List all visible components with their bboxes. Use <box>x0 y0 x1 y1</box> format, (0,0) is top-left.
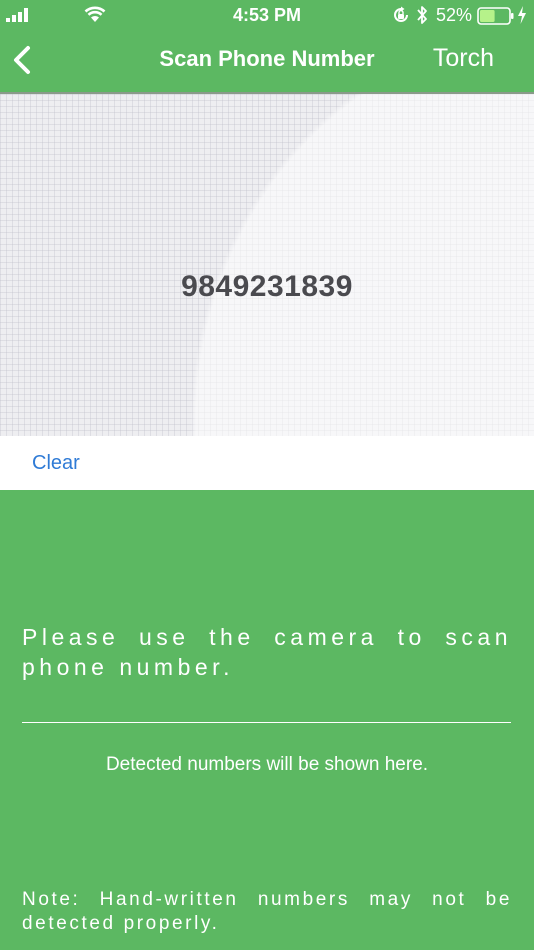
rotation-lock-icon <box>394 6 408 22</box>
scanned-phone-number: 9849231839 <box>181 270 353 303</box>
battery-percent: 52% <box>436 5 473 25</box>
charging-icon <box>518 6 526 24</box>
battery-icon <box>477 7 514 25</box>
bluetooth-icon <box>417 6 427 24</box>
scan-phone-number-screen: 4:53 PM 52% Scan Phone Number Torch 9849… <box>0 0 534 950</box>
camera-preview: 9849231839 <box>0 94 534 436</box>
detected-numbers-placeholder: Detected numbers will be shown here. <box>105 754 429 775</box>
note-text: Note: Hand-written numbers may not be de… <box>22 889 512 934</box>
status-bar: 4:53 PM 52% <box>0 0 534 30</box>
torch-button[interactable]: Torch <box>433 44 494 73</box>
divider <box>22 722 511 723</box>
clear-button[interactable]: Clear <box>32 452 80 475</box>
clear-row: Clear <box>0 436 534 490</box>
instruction-text: Please use the camera to scan phone numb… <box>22 624 512 680</box>
navigation-bar: Scan Phone Number Torch <box>0 30 534 94</box>
info-panel: Please use the camera to scan phone numb… <box>0 490 534 950</box>
